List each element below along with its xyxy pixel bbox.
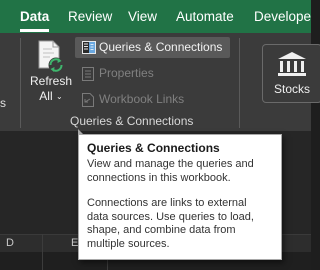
properties-label: Properties (99, 66, 154, 80)
group-label-queries-connections: Queries & Connections (70, 114, 194, 128)
queries-connections-button[interactable]: Queries & Connections (75, 37, 230, 58)
stocks-label: Stocks (273, 82, 310, 96)
tab-view[interactable]: View (128, 9, 157, 24)
stocks-button[interactable]: Stocks (262, 44, 320, 103)
ribbon-truncated-label: s (0, 96, 6, 110)
properties-icon (82, 67, 94, 81)
workbook-links-label: Workbook Links (99, 92, 185, 106)
queries-connections-tooltip: Queries & Connections View and manage th… (78, 129, 282, 260)
queries-connections-label: Queries & Connections (99, 40, 223, 54)
active-tab-indicator (20, 29, 49, 32)
refresh-all-icon (38, 40, 64, 73)
chevron-down-icon: ⌄ (55, 92, 63, 101)
tab-review[interactable]: Review (68, 9, 112, 24)
bank-building-icon (278, 52, 306, 76)
queries-connections-icon (82, 41, 96, 54)
tab-data[interactable]: Data (20, 9, 49, 24)
tab-automate[interactable]: Automate (176, 9, 234, 24)
refresh-all-label: Refresh All ⌄ (30, 74, 73, 103)
tooltip-description: View and manage the queries and connecti… (87, 158, 254, 184)
workbook-links-icon (82, 93, 94, 107)
column-divider (42, 234, 43, 270)
ribbon-tab-bar: Data Review View Automate Develope (0, 0, 311, 33)
tooltip-title: Queries & Connections (87, 141, 220, 155)
column-header-d[interactable]: D (6, 237, 14, 249)
tooltip-details: Connections are links to external data s… (87, 197, 254, 250)
group-divider (20, 38, 21, 128)
tab-developer[interactable]: Develope (254, 9, 311, 24)
group-divider (239, 38, 240, 128)
